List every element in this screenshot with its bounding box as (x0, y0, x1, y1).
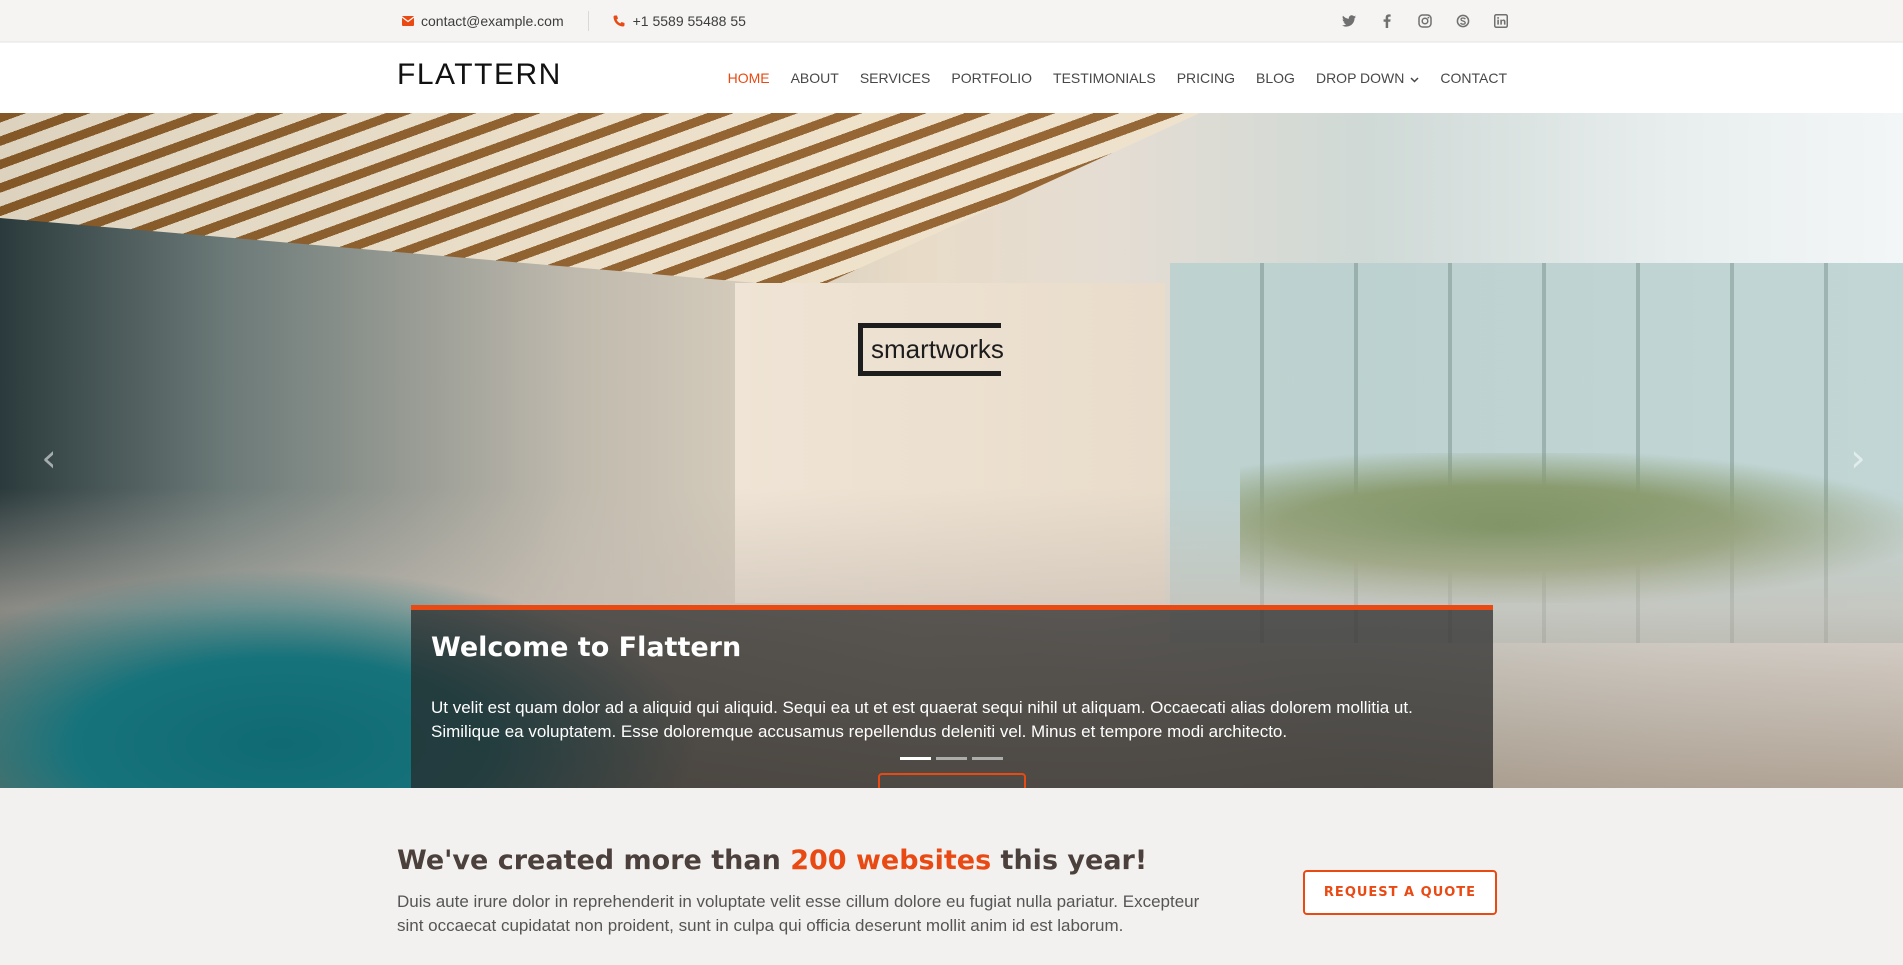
nav-pricing[interactable]: PRICING (1177, 70, 1235, 86)
nav-contact[interactable]: CONTACT (1440, 70, 1507, 86)
slide-indicator-1[interactable] (900, 757, 931, 760)
prev-slide-arrow-icon[interactable]: ‹ (36, 438, 62, 478)
nav-drop-down-label: DROP DOWN (1315, 70, 1405, 86)
chevron-down-icon (1410, 70, 1419, 86)
slide-indicators (900, 757, 1003, 760)
cta-heading-post: this year! (991, 845, 1148, 876)
twitter-icon[interactable] (1340, 13, 1357, 30)
hero-title: Welcome to Flattern (431, 632, 742, 663)
nav-testimonials[interactable]: TESTIMONIALS (1053, 70, 1156, 86)
nav-home[interactable]: HOME (728, 70, 770, 86)
nav-portfolio[interactable]: PORTFOLIO (951, 70, 1032, 86)
hero-text: Ut velit est quam dolor ad a aliquid qui… (431, 698, 1413, 741)
hero-caption: Welcome to Flattern Ut velit est quam do… (411, 605, 1493, 788)
phone-contact[interactable]: +1 5589 55488 55 (611, 13, 746, 30)
nav-drop-down[interactable]: DROP DOWN (1316, 70, 1419, 86)
social-links (1340, 0, 1509, 42)
cta-section: We've created more than 200 websites thi… (0, 788, 1903, 965)
skype-icon[interactable] (1454, 13, 1471, 30)
cta-text: Duis aute irure dolor in reprehenderit i… (397, 892, 1200, 935)
cta-heading: We've created more than 200 websites thi… (397, 845, 1147, 876)
contact-divider (587, 11, 589, 31)
linkedin-icon[interactable] (1492, 13, 1509, 30)
email-text[interactable]: contact@example.com (421, 13, 564, 29)
next-slide-arrow-icon[interactable]: › (1845, 438, 1871, 478)
nav-about[interactable]: ABOUT (791, 70, 839, 86)
main-nav: HOME ABOUT SERVICES PORTFOLIO TESTIMONIA… (728, 43, 1507, 113)
cta-heading-highlight: 200 websites (790, 845, 992, 876)
read-more-button[interactable]: Read More (878, 773, 1026, 788)
phone-icon (611, 13, 627, 30)
hero-ceiling-decor (0, 113, 1200, 288)
phone-text[interactable]: +1 5589 55488 55 (633, 13, 746, 29)
hero-slider: smartworks ‹ › Welcome to Flattern Ut ve… (0, 113, 1903, 788)
site-logo[interactable]: FLATTERN (397, 58, 562, 92)
slide-indicator-2[interactable] (936, 757, 967, 760)
envelope-icon (401, 13, 415, 30)
slide-indicator-3[interactable] (972, 757, 1003, 760)
instagram-icon[interactable] (1416, 13, 1433, 30)
nav-services[interactable]: SERVICES (860, 70, 931, 86)
request-quote-button[interactable]: REQUEST A QUOTE (1303, 870, 1497, 915)
email-contact[interactable]: contact@example.com (401, 13, 564, 30)
top-bar: contact@example.com +1 5589 55488 55 (0, 0, 1903, 42)
facebook-icon[interactable] (1378, 13, 1395, 30)
site-header: FLATTERN HOME ABOUT SERVICES PORTFOLIO T… (0, 43, 1903, 113)
contact-info: contact@example.com +1 5589 55488 55 (401, 0, 746, 42)
cta-heading-pre: We've created more than (397, 845, 791, 876)
hero-brand-sign: smartworks (858, 323, 1004, 376)
nav-blog[interactable]: BLOG (1256, 70, 1295, 86)
